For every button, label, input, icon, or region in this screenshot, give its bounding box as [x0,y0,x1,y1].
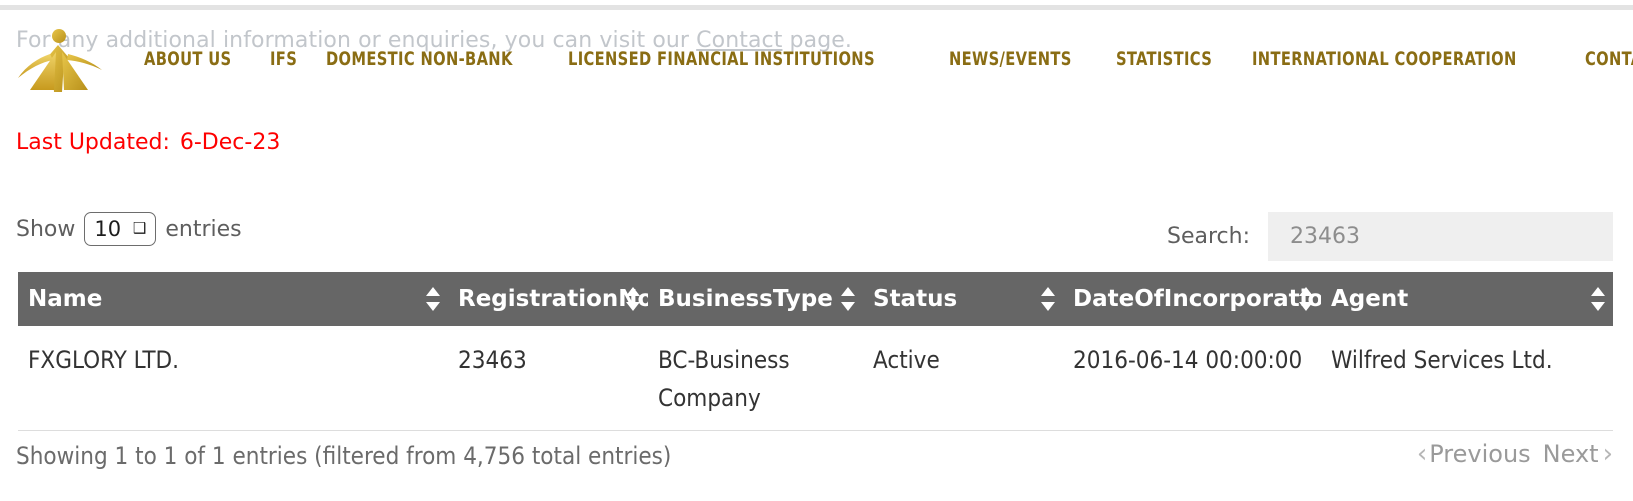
cell-registration-no: 23463 [448,326,648,431]
sort-arrows-icon [1299,286,1313,312]
column-header-business-type[interactable]: BusinessType [648,272,863,326]
chevron-left-icon: ‹ [1416,439,1428,469]
column-header-status[interactable]: Status [863,272,1063,326]
column-header-agent[interactable]: Agent [1321,272,1613,326]
search-input[interactable] [1268,212,1613,261]
cell-agent: Wilfred Services Ltd. [1321,326,1613,431]
chevron-down-icon: ❑ [132,219,147,238]
sort-arrows-icon [841,286,855,312]
sort-arrows-icon [1041,286,1055,312]
cell-business-type: BC-Business Company [648,326,863,431]
length-label-after: entries [165,216,242,242]
column-header-date-of-incorporation[interactable]: DateOfIncorporation [1063,272,1340,326]
nav-item-about-us[interactable]: ABOUT US [144,48,231,70]
entries-per-page-select[interactable]: 10 ❑ [84,212,157,246]
table-pagination: ‹ Previous Next › [1417,440,1613,468]
nav-item-news-events[interactable]: NEWS/EVENTS [949,48,1072,70]
sort-arrows-icon [426,286,440,312]
nav-item-licensed-financial-institutions[interactable]: LICENSED FINANCIAL INSTITUTIONS [568,48,875,70]
last-updated-date: 6-Dec-23 [179,130,281,155]
nav-item-domestic-non-bank[interactable]: DOMESTIC NON-BANK [326,48,513,70]
column-header-agent-label: Agent [1331,286,1409,312]
column-header-name[interactable]: Name [18,272,448,326]
nav-item-international-cooperation[interactable]: INTERNATIONAL COOPERATION [1252,48,1517,70]
pagination-next-button[interactable]: Next [1543,440,1599,468]
chevron-right-icon: › [1602,439,1613,469]
table-search-filter: Search: [1167,212,1613,261]
column-header-status-label: Status [873,286,958,312]
table-info: Showing 1 to 1 of 1 entries (filtered fr… [16,442,672,470]
cell-date-of-incorporation: 2016-06-14 00:00:00 [1063,326,1321,431]
cell-name: FXGLORY LTD. [18,326,448,431]
nav-item-statistics[interactable]: STATISTICS [1116,48,1212,70]
column-header-name-label: Name [28,286,103,312]
sort-arrows-icon [1591,286,1605,312]
fsc-logo-icon [18,29,102,92]
top-divider-strip [0,5,1633,10]
sort-arrows-icon [626,286,640,312]
table-body: FXGLORY LTD. 23463 BC-Business Company A… [18,326,1613,431]
table-length-control: Show 10 ❑ entries [16,212,242,246]
primary-navigation: ABOUT US IFS DOMESTIC NON-BANK LICENSED … [144,48,1633,78]
cell-status: Active [863,326,1063,431]
nav-item-contact-us[interactable]: CONTACT US [1585,48,1633,70]
last-updated: Last Updated: 6-Dec-23 [16,130,280,155]
table-header-row: Name RegistrationNo BusinessType Status … [18,272,1613,326]
entries-per-page-value: 10 [94,217,122,241]
column-header-registration-no-label: RegistrationNo [458,286,654,312]
search-label: Search: [1167,224,1250,249]
table-header: Name RegistrationNo BusinessType Status … [18,272,1613,326]
column-header-business-type-label: BusinessType [658,286,833,312]
site-logo[interactable] [12,26,108,96]
column-header-registration-no[interactable]: RegistrationNo [448,272,653,326]
length-label-before: Show [16,216,76,242]
pagination-previous-button[interactable]: Previous [1429,440,1530,468]
nav-item-ifs[interactable]: IFS [270,48,297,70]
page-root: For any additional information or enquir… [0,0,1633,501]
last-updated-label: Last Updated: [16,130,170,155]
table-row[interactable]: FXGLORY LTD. 23463 BC-Business Company A… [18,326,1613,431]
results-table: Name RegistrationNo BusinessType Status … [18,272,1613,431]
